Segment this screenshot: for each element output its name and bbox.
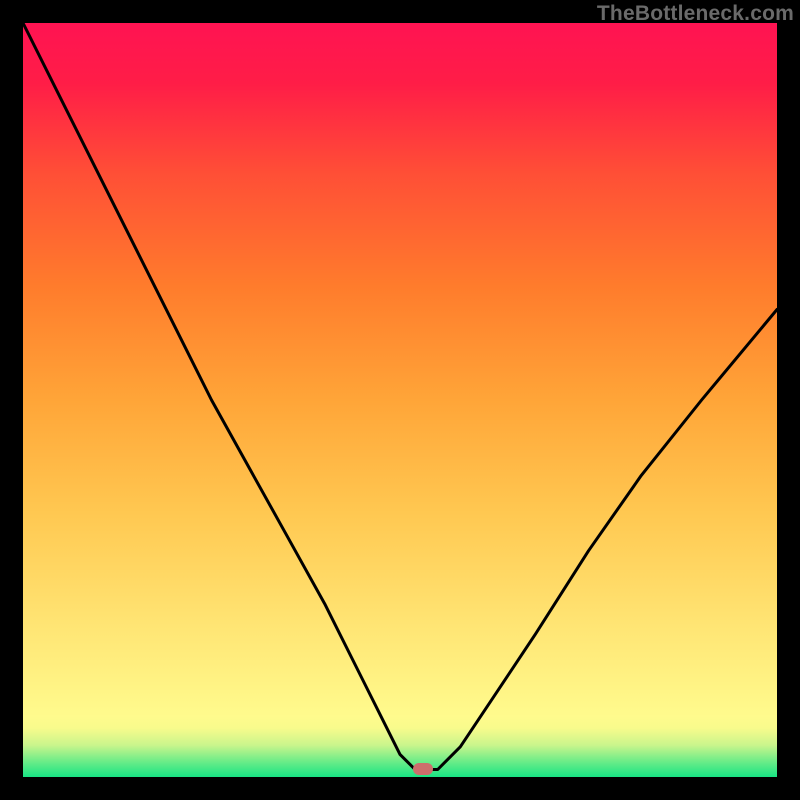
minimum-marker [413, 763, 433, 775]
chart-frame: TheBottleneck.com [0, 0, 800, 800]
plot-area [23, 23, 777, 777]
bottleneck-curve [23, 23, 777, 777]
